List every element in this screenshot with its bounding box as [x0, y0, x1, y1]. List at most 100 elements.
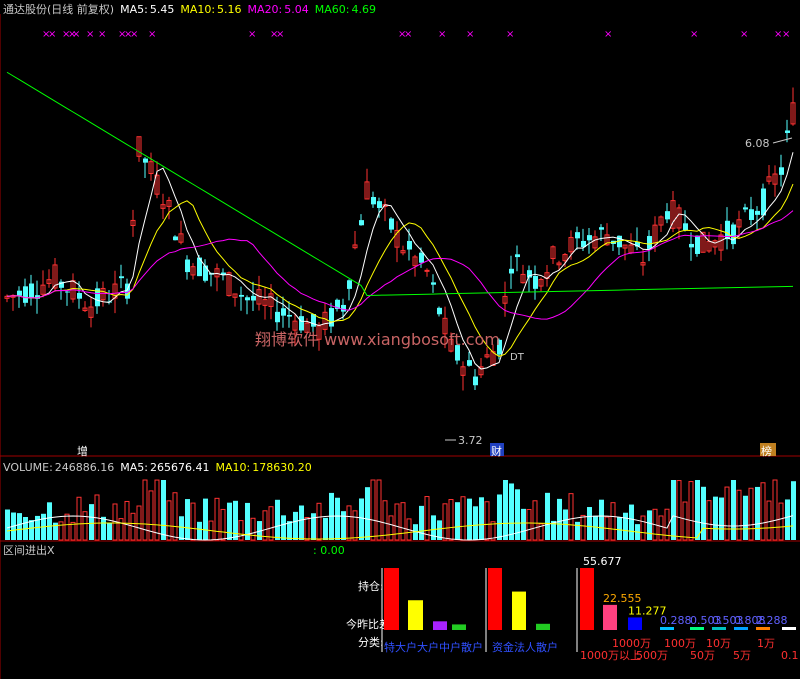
candle-body-down	[467, 360, 472, 366]
volume-bar-down	[197, 521, 202, 540]
candle-body-down	[695, 235, 700, 254]
candle-body-down	[65, 291, 70, 293]
volume-bar-up	[64, 513, 70, 541]
volume-bar-down	[599, 499, 604, 540]
vol-ma10-label: MA10:	[215, 461, 251, 474]
signal-mark: ×	[438, 29, 446, 40]
volume-bar-up	[262, 510, 268, 541]
ma60-label: MA60:	[314, 3, 350, 16]
size-value-label: 22.555	[603, 592, 642, 605]
size-bar	[580, 568, 594, 630]
candle-body-down	[779, 167, 784, 175]
candle-body-down	[389, 218, 394, 230]
size-category: 5万	[733, 649, 751, 662]
candle-body-down	[287, 314, 292, 317]
volume-bar-up	[526, 508, 532, 541]
volume-bar-up	[304, 516, 310, 541]
volume-bar-down	[161, 480, 166, 540]
candle-body-down	[239, 294, 244, 297]
volume-bar-down	[671, 480, 676, 540]
signal-mark: ×	[690, 29, 698, 40]
volume-bar-down	[227, 502, 232, 540]
volume-bar-down	[629, 504, 634, 540]
candle-body-down	[473, 376, 478, 386]
volume-header: VOLUME: 246886.16 MA5: 265676.41 MA10: 178630…	[3, 461, 318, 474]
volume-bar-up	[484, 501, 490, 541]
volume-bar-down	[17, 513, 22, 540]
candle-body-down	[509, 268, 514, 274]
volume-bar-down	[719, 497, 724, 540]
holding-bar	[408, 600, 423, 630]
volume-bar-up	[442, 503, 448, 541]
volume-bar-down	[179, 516, 184, 540]
candle-body-down	[785, 130, 790, 133]
volume-bar-up	[220, 508, 226, 541]
ma10-label: MA10:	[180, 3, 216, 16]
group1-categories: 特大户大户中户散户	[384, 640, 483, 654]
signal-mark: ×	[72, 29, 80, 40]
marker-bang: 榜	[761, 444, 772, 458]
volume-bar-up	[148, 490, 154, 541]
candle-body-down	[407, 240, 412, 250]
volume-label: VOLUME:	[3, 461, 53, 474]
group2-categories: 资金法人散户	[492, 640, 558, 654]
indicator-name: 区间进出X	[3, 544, 55, 557]
volume-bar-up	[736, 489, 742, 541]
signal-mark: ×	[98, 29, 106, 40]
volume-bar-up	[640, 515, 646, 541]
dt-label: DT	[510, 352, 525, 363]
candle-body-down	[743, 207, 748, 210]
volume-bar-down	[575, 521, 580, 540]
volume-bar-down	[557, 498, 562, 540]
candle-body-down	[377, 201, 382, 208]
size-value-label: 2.288	[756, 614, 788, 627]
volume-bar-down	[47, 502, 52, 540]
volume-bar-up	[706, 500, 712, 541]
candle-body-down	[683, 223, 688, 231]
candle-body-down	[575, 232, 580, 239]
volume-bar-up	[688, 481, 694, 541]
candle-body-down	[689, 243, 694, 248]
volume-bar-down	[5, 509, 10, 540]
candle-body-down	[359, 220, 364, 226]
funds-bar	[512, 591, 526, 630]
size-category: 50万	[690, 649, 715, 662]
price-header: 通达股份(日线 前复权) MA5: 5.45 MA10: 5.16 MA20: 5.04 MA…	[3, 3, 382, 16]
indicator-header: 区间进出X : 0.00	[3, 544, 345, 557]
candle-body-down	[245, 297, 250, 301]
volume-bar-down	[293, 511, 298, 540]
volume-bar-up	[382, 500, 388, 541]
volume-bar-down	[473, 506, 478, 540]
high-price-label: 6.08	[745, 137, 770, 150]
ma60-line	[6, 71, 794, 296]
volume-bar-up	[268, 506, 274, 541]
candle-body-down	[77, 292, 82, 299]
size-bar	[690, 627, 704, 630]
volume-bar-down	[503, 480, 508, 540]
size-bar	[628, 617, 642, 630]
chart-canvas[interactable]: ×× ××× × × ××× × × ×× ×× × × × × × × × ×6.083.72DT翔博软件 w…	[0, 0, 800, 679]
volume-bar-up	[388, 515, 394, 541]
volume-bar-up	[778, 502, 784, 541]
volume-bar-up	[760, 482, 766, 541]
high-arrow	[772, 137, 793, 144]
candle-body-down	[341, 304, 346, 312]
signal-mark: ×	[248, 29, 256, 40]
size-bar	[660, 627, 674, 630]
volume-bar-down	[275, 499, 280, 540]
volume-bar-down	[731, 480, 736, 540]
candle-body-down	[749, 209, 754, 220]
signal-mark: ×	[740, 29, 748, 40]
volume-bar-down	[185, 499, 190, 540]
signal-mark: ×	[782, 29, 790, 40]
signal-mark: ×	[466, 29, 474, 40]
volume-bar-up	[448, 499, 454, 541]
candle-body-down	[647, 236, 652, 249]
volume-bar-down	[701, 486, 706, 540]
candle-body-down	[347, 280, 352, 289]
size-category: 1万	[757, 637, 775, 650]
volume-bar-up	[724, 486, 730, 541]
volume-bar-up	[76, 496, 82, 541]
volume-bar-up	[70, 521, 76, 541]
funds-bar	[488, 568, 502, 630]
